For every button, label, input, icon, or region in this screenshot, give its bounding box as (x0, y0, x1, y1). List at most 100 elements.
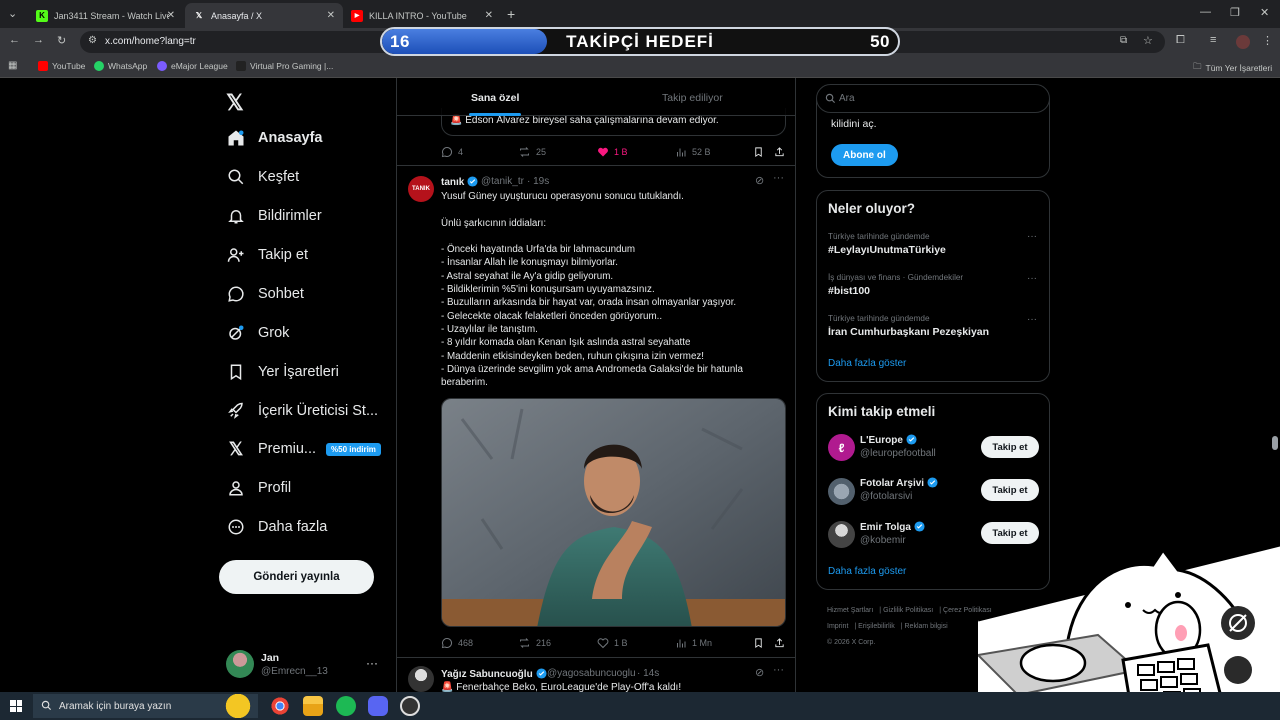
tab-following[interactable]: Takip ediliyor (662, 92, 723, 104)
taskbar-search[interactable]: Aramak için buraya yazın (33, 694, 258, 718)
obs-icon[interactable] (400, 696, 420, 716)
nav-grok[interactable]: Grok (226, 321, 289, 345)
account-switcher[interactable]: Jan @Emrecn__13 ··· (226, 650, 386, 680)
new-tab-icon[interactable]: + (507, 6, 515, 22)
windows-start-icon[interactable] (10, 700, 22, 712)
more-icon[interactable]: ··· (366, 656, 378, 670)
spotify-icon[interactable] (336, 696, 356, 716)
tab-kick[interactable]: K Jan3411 Stream - Watch Live on ✕ (28, 3, 183, 28)
reload-icon[interactable]: ↻ (57, 34, 66, 47)
grok-icon[interactable]: ⊘ (755, 174, 764, 187)
subscribe-button[interactable]: Abone ol (831, 144, 898, 166)
nav-home[interactable]: Anasayfa (226, 126, 322, 150)
share-button[interactable] (774, 637, 790, 649)
bookmark-emajor[interactable]: eMajor League (157, 61, 228, 71)
follow-button[interactable]: Takip et (981, 436, 1039, 458)
apps-icon[interactable]: ▦ (8, 60, 17, 71)
follow-button[interactable]: Takip et (981, 522, 1039, 544)
tweet-time[interactable]: · 19s (527, 176, 549, 187)
like-button[interactable]: 1 B (597, 637, 628, 649)
nav-more[interactable]: Daha fazla (226, 515, 327, 539)
views-button[interactable]: 52 B (675, 146, 711, 158)
bookmark-star-icon[interactable]: ☆ (1143, 34, 1153, 47)
close-icon[interactable]: ✕ (167, 10, 175, 21)
like-button[interactable]: 1 B (597, 146, 628, 158)
author-name[interactable]: Yağız Sabuncuoğlu (441, 668, 547, 680)
tab-youtube[interactable]: ▶ KILLA INTRO - YouTube ✕ (343, 3, 501, 28)
grok-icon[interactable]: ⊘ (755, 666, 764, 679)
avatar[interactable]: ℓ (828, 434, 855, 461)
repost-button[interactable]: 25 (518, 146, 546, 158)
footer-link[interactable]: Erişilebilirlik (858, 623, 895, 630)
author-handle[interactable]: @yagosabuncuoglu (547, 668, 636, 679)
post-button[interactable]: Gönderi yayınla (219, 560, 374, 594)
bookmark-button[interactable] (753, 637, 769, 649)
install-icon[interactable]: ⧉ (1120, 35, 1127, 46)
trends-show-more[interactable]: Daha fazla göster (828, 358, 906, 369)
more-icon[interactable]: ··· (1027, 314, 1037, 325)
nav-premium[interactable]: 𝕏 Premiu... %50 indirim (226, 437, 381, 461)
nav-creator-studio[interactable]: İçerik Üreticisi St... (226, 399, 378, 423)
more-icon[interactable]: ··· (773, 664, 784, 676)
close-icon[interactable]: ✕ (327, 10, 335, 21)
avatar[interactable] (828, 521, 855, 548)
search-input[interactable]: Ara (816, 84, 1050, 113)
nav-profile[interactable]: Profil (226, 476, 291, 500)
avatar[interactable]: TANIK (408, 176, 434, 202)
forward-icon[interactable]: → (33, 34, 44, 46)
footer-link[interactable]: Hizmet Şartları (827, 607, 873, 614)
reply-button[interactable]: 4 (441, 146, 463, 158)
discord-icon[interactable] (368, 696, 388, 716)
footer-link[interactable]: Imprint (827, 623, 848, 630)
close-icon[interactable]: ✕ (485, 10, 493, 21)
nav-follow[interactable]: Takip et (226, 243, 308, 267)
minimize-icon[interactable]: — (1200, 6, 1211, 18)
reply-button[interactable]: 468 (441, 637, 473, 649)
url-text[interactable]: x.com/home?lang=tr (105, 36, 196, 47)
suggestion-name[interactable]: L'Europe (860, 434, 917, 446)
bookmark-button[interactable] (753, 146, 769, 158)
window-close-icon[interactable]: ✕ (1260, 6, 1269, 19)
bookmark-vpg[interactable]: Virtual Pro Gaming |... (236, 61, 333, 71)
scrollbar-thumb[interactable] (1272, 436, 1278, 450)
site-info-icon[interactable]: ⚙ (88, 35, 97, 46)
browser-avatar[interactable] (1236, 35, 1250, 49)
file-explorer-icon[interactable] (303, 696, 323, 716)
tweet-3[interactable]: Yağız Sabuncuoğlu @yagosabuncuoglu · 14s… (397, 658, 795, 692)
tab-for-you[interactable]: Sana özel (471, 92, 519, 104)
media-icon[interactable]: ≡ (1210, 34, 1216, 46)
nav-notifications[interactable]: Bildirimler (226, 204, 322, 228)
footer-link[interactable]: Gizlilik Politikası (883, 607, 933, 614)
tab-search-icon[interactable]: ⌄ (8, 7, 17, 20)
tweet-photo[interactable] (441, 398, 786, 627)
nav-explore[interactable]: Keşfet (226, 165, 299, 189)
tweet-time[interactable]: · 14s (637, 668, 659, 679)
share-button[interactable] (774, 146, 790, 158)
author-name[interactable]: tanık (441, 176, 478, 188)
tab-x[interactable]: 𝕏 Anasayfa / X ✕ (185, 3, 343, 28)
repost-button[interactable]: 216 (518, 637, 551, 649)
follow-button[interactable]: Takip et (981, 479, 1039, 501)
suggestion-name[interactable]: Emir Tolga (860, 521, 925, 533)
views-button[interactable]: 1 Mn (675, 637, 712, 649)
nav-bookmarks[interactable]: Yer İşaretleri (226, 360, 339, 384)
more-icon[interactable]: ··· (1027, 231, 1037, 242)
x-logo-icon[interactable]: 𝕏 (226, 90, 244, 116)
avatar[interactable] (408, 666, 434, 692)
restore-icon[interactable]: ❐ (1230, 6, 1240, 19)
suggestion-name[interactable]: Fotolar Arşivi (860, 477, 938, 489)
back-icon[interactable]: ← (9, 34, 20, 46)
extensions-icon[interactable]: ⧠ (1176, 34, 1185, 47)
chrome-icon[interactable] (270, 696, 290, 716)
avatar[interactable] (828, 478, 855, 505)
all-bookmarks[interactable]: 🗀 Tüm Yer İşaretleri (1193, 61, 1272, 75)
nav-chat[interactable]: Sohbet (226, 282, 304, 306)
footer-link[interactable]: Reklam bilgisi (905, 623, 948, 630)
more-icon[interactable]: ··· (1027, 273, 1037, 284)
who-to-follow-show-more[interactable]: Daha fazla göster (828, 566, 906, 577)
bookmark-youtube[interactable]: YouTube (38, 61, 85, 71)
browser-menu-icon[interactable]: ⋮ (1262, 34, 1273, 47)
author-handle[interactable]: @tanik_tr (481, 176, 524, 187)
tweet-2[interactable]: TANIK tanık @tanik_tr · 19s ⊘ ··· Yusuf … (397, 166, 795, 656)
bookmark-whatsapp[interactable]: WhatsApp (94, 61, 147, 71)
